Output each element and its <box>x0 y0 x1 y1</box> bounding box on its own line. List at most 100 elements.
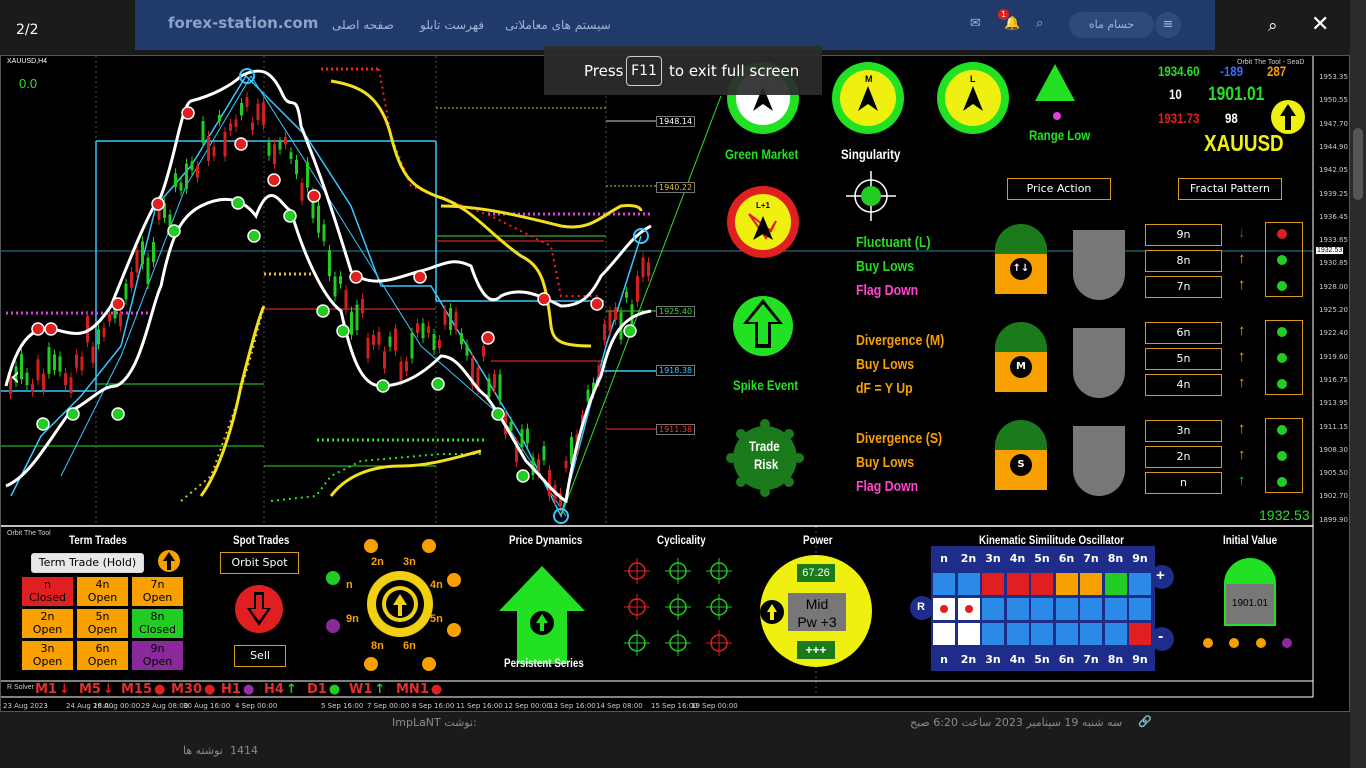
time-axis-tick: 14 Sep 08:00 <box>596 702 643 710</box>
search-icon[interactable]: ⌕ <box>1036 16 1043 31</box>
forum-logo[interactable]: forex-station.com <box>168 14 318 32</box>
timeframe-signal-icon: ↓ <box>102 682 114 697</box>
time-axis-tick: 8 Sep 16:00 <box>412 702 455 710</box>
fractal-box-4n[interactable]: 4n <box>1145 374 1222 396</box>
power-value: 67.26 <box>797 564 835 582</box>
fullscreen-key: F11 <box>626 56 662 86</box>
candle-body <box>108 313 111 322</box>
forum-nav-home[interactable]: صفحه اصلی <box>332 18 394 32</box>
term-trade-cell[interactable]: 2n Open <box>22 609 73 638</box>
timeframe-m15[interactable]: M15 ● <box>121 682 165 697</box>
term-trade-cell-status: Open <box>87 591 118 604</box>
page-scrollbar-thumb[interactable] <box>1353 128 1363 200</box>
fractal-box-8n[interactable]: 8n <box>1145 250 1222 272</box>
term-trade-cell-status: Open <box>32 655 63 668</box>
fractal-box-7n[interactable]: 7n <box>1145 276 1222 298</box>
timeframe-m30[interactable]: M30 ● <box>171 682 215 697</box>
sell-button[interactable]: Sell <box>234 645 286 667</box>
kso-cell <box>957 598 980 620</box>
timeframe-d1[interactable]: D1 ● <box>307 682 340 697</box>
timeframe-h4[interactable]: H4 ↑ <box>264 682 297 697</box>
arrow-down-icon: ↓ <box>1238 224 1246 241</box>
fractal-box-9n[interactable]: 9n <box>1145 224 1222 246</box>
candle-body <box>647 262 650 277</box>
candle-body <box>58 356 62 372</box>
term-trade-cell[interactable]: 4n Open <box>77 577 128 606</box>
mail-icon[interactable]: ✉ <box>970 16 981 31</box>
candle-body <box>427 326 430 334</box>
kso-header-top: 2n <box>957 548 980 570</box>
zoom-icon[interactable]: ⌕ <box>1268 16 1278 36</box>
gauge-icon: M <box>1010 356 1032 378</box>
candle-body <box>636 275 639 302</box>
term-trade-cell[interactable]: 6n Open <box>77 641 128 670</box>
cyclicality-crosshair <box>665 630 691 656</box>
orbit-label-2n: 2n <box>371 556 384 568</box>
candle-body <box>625 291 628 298</box>
timeframe-m5[interactable]: M5 ↓ <box>79 682 114 697</box>
fractal-low-marker <box>376 379 390 393</box>
term-trade-cell[interactable]: 8n Closed <box>132 609 183 638</box>
fullscreen-banner: Press F11 to exit full screen <box>544 46 822 95</box>
timeframe-signal-icon: ↑ <box>374 682 386 697</box>
kso-plus-button[interactable]: + <box>1156 567 1165 584</box>
grey-shield-shape <box>1073 328 1125 398</box>
forum-nav-systems[interactable]: سیستم های معاملاتی <box>505 18 611 32</box>
price-dynamics-title: Price Dynamics <box>509 533 583 547</box>
candle-body <box>152 242 155 263</box>
previous-image-icon[interactable]: ‹ <box>10 362 20 392</box>
term-trade-cell-term: 5n <box>95 610 110 623</box>
fractal-box-5n[interactable]: 5n <box>1145 348 1222 370</box>
group-1-line-1: Fluctuant (L) <box>856 234 931 251</box>
fractal-pattern-button[interactable]: Fractal Pattern <box>1178 178 1282 200</box>
price-action-button[interactable]: Price Action <box>1007 178 1111 200</box>
timeframe-signal-icon: ● <box>430 682 443 697</box>
timeframe-m1[interactable]: M1 ↓ <box>35 682 70 697</box>
kso-minus-button[interactable]: - <box>1158 628 1163 646</box>
timeframe-w1[interactable]: W1 ↑ <box>349 682 385 697</box>
candle-body <box>135 250 139 273</box>
page-scrollbar[interactable] <box>1350 0 1366 768</box>
term-trade-cell[interactable]: 5n Open <box>77 609 128 638</box>
quote-top-left: 1934.60 <box>1158 63 1200 79</box>
post-author[interactable]: ImpLaNT نوشت: <box>392 716 477 729</box>
candle-body <box>405 361 408 372</box>
term-trade-cell[interactable]: 7n Open <box>132 577 183 606</box>
candle-body <box>465 344 469 356</box>
forum-nav-board[interactable]: فهرست تابلو <box>420 18 484 32</box>
term-trade-hold-button[interactable]: Term Trade (Hold) <box>31 553 144 573</box>
term-trade-cell-term: 2n <box>40 610 55 623</box>
term-trade-cell[interactable]: 9n Open <box>132 641 183 670</box>
fractal-low-marker <box>336 324 350 338</box>
fractal-box-6n[interactable]: 6n <box>1145 322 1222 344</box>
fractal-low-marker <box>167 224 181 238</box>
lp-label: L+1 <box>756 201 771 210</box>
fractal-box-3n[interactable]: 3n <box>1145 420 1222 442</box>
timeframe-mn1[interactable]: MN1 ● <box>396 682 442 697</box>
arrow-up-icon: ↑ <box>1238 250 1246 267</box>
candle-body <box>218 114 221 122</box>
quote-bot-left: 1931.73 <box>1158 110 1200 126</box>
candle-body <box>454 311 458 330</box>
user-menu-button[interactable]: حسام ماه <box>1069 12 1154 38</box>
orbit-spot-button[interactable]: Orbit Spot <box>220 552 299 574</box>
candle-body <box>564 460 568 468</box>
hamburger-icon[interactable]: ≡ <box>1155 12 1181 38</box>
timeframe-h1[interactable]: H1 ● <box>221 682 254 697</box>
term-trade-cell[interactable]: 3n Open <box>22 641 73 670</box>
candle-body <box>124 283 128 300</box>
cyclicality-crosshair <box>624 630 650 656</box>
link-icon[interactable]: 🔗 <box>1138 715 1152 728</box>
kso-r-label: R <box>917 601 925 613</box>
close-icon[interactable]: ✕ <box>1311 12 1329 37</box>
term-trade-cell[interactable]: n Closed <box>22 577 73 606</box>
candle-body <box>399 361 403 381</box>
candle-body <box>75 354 78 368</box>
kso-header-bot: 6n <box>1055 649 1078 671</box>
fractal-box-2n[interactable]: 2n <box>1145 446 1222 468</box>
quote-top-mid: -189 <box>1220 63 1243 79</box>
fractal-high-marker <box>44 322 58 336</box>
fractal-box-n[interactable]: n <box>1145 472 1222 494</box>
gauge-icon: ↑↓ <box>1010 258 1032 280</box>
candle-body <box>229 123 232 131</box>
